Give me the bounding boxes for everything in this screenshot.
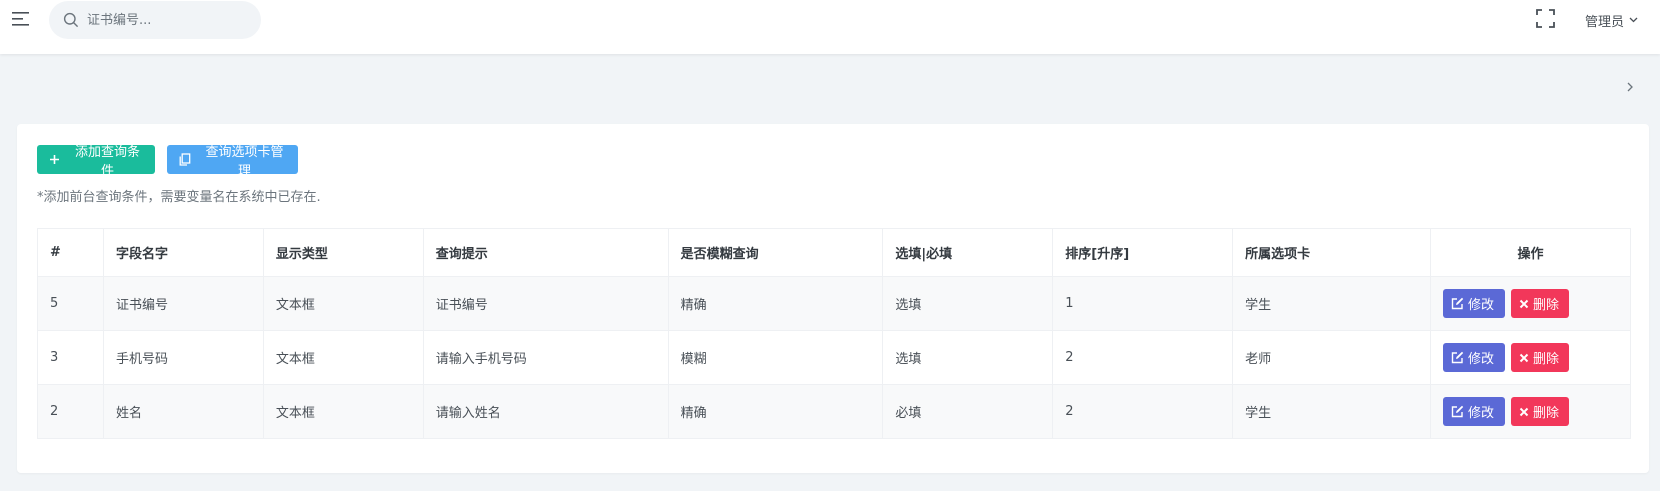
column-header: 选填|必填	[882, 228, 1054, 277]
table-cell: 2	[1052, 384, 1234, 439]
add-query-condition-button[interactable]: 添加查询条件	[37, 145, 155, 179]
fullscreen-icon[interactable]	[1536, 9, 1555, 28]
add-query-condition-label: 添加查询条件	[74, 144, 140, 179]
table-cell: 学生	[1232, 384, 1432, 439]
edit-icon	[1451, 351, 1464, 364]
user-menu[interactable]: 管理员	[1585, 10, 1638, 30]
table-cell: 文本框	[262, 276, 424, 331]
column-header: 排序[升序]	[1052, 228, 1234, 277]
table-cell: 姓名	[102, 384, 264, 439]
table-cell: 精确	[667, 276, 884, 331]
table-cell: 2	[1052, 330, 1234, 385]
chevron-down-icon	[1629, 13, 1638, 28]
close-icon	[1519, 299, 1529, 309]
table-cell: 5	[37, 276, 104, 331]
search-input[interactable]	[87, 1, 255, 39]
table-row: 5 证书编号 文本框 证书编号 精确 选填 1 学生 修改 删除	[37, 276, 1631, 331]
table-header-row: # 字段名字 显示类型 查询提示 是否模糊查询 选填|必填 排序[升序] 所属选…	[37, 228, 1631, 277]
actions-cell: 修改 删除	[1430, 384, 1631, 439]
delete-button[interactable]: 删除	[1511, 289, 1570, 318]
delete-label: 删除	[1533, 352, 1560, 367]
table-cell: 1	[1052, 276, 1234, 331]
table-cell: 证书编号	[422, 276, 669, 331]
actions-cell: 修改 删除	[1430, 330, 1631, 385]
menu-icon[interactable]	[11, 9, 31, 29]
edit-button[interactable]: 修改	[1443, 289, 1506, 318]
edit-button[interactable]: 修改	[1443, 343, 1506, 372]
table-cell: 精确	[667, 384, 884, 439]
table-row: 2 姓名 文本框 请输入姓名 精确 必填 2 学生 修改 删除	[37, 384, 1631, 439]
edit-icon	[1451, 297, 1464, 310]
table-cell: 请输入手机号码	[422, 330, 669, 385]
hint-text: *添加前台查询条件，需要变量名在系统中已存在.	[37, 190, 321, 205]
column-header: #	[37, 228, 104, 277]
edit-label: 修改	[1468, 298, 1495, 313]
column-header: 查询提示	[422, 228, 669, 277]
query-conditions-table: # 字段名字 显示类型 查询提示 是否模糊查询 选填|必填 排序[升序] 所属选…	[37, 228, 1631, 439]
column-header: 字段名字	[102, 228, 264, 277]
content-card: 添加查询条件 查询选项卡管理 *添加前台查询条件，需要变量名在系统中已存在. #…	[17, 124, 1649, 473]
copy-icon	[179, 153, 191, 166]
table-cell: 模糊	[667, 330, 884, 385]
edit-button[interactable]: 修改	[1443, 397, 1506, 426]
table-cell: 老师	[1232, 330, 1432, 385]
delete-label: 删除	[1533, 406, 1560, 421]
user-name: 管理员	[1585, 14, 1625, 30]
edit-label: 修改	[1468, 352, 1495, 367]
column-header: 操作	[1430, 228, 1631, 277]
close-icon	[1519, 353, 1529, 363]
edit-icon	[1451, 405, 1464, 418]
search-box	[49, 1, 261, 39]
plus-icon	[49, 154, 60, 165]
chevron-right-icon[interactable]	[1626, 80, 1634, 96]
table-cell: 手机号码	[102, 330, 264, 385]
table-cell: 请输入姓名	[422, 384, 669, 439]
table-row: 3 手机号码 文本框 请输入手机号码 模糊 选填 2 老师 修改 删除	[37, 330, 1631, 385]
actions-cell: 修改 删除	[1430, 276, 1631, 331]
table-cell: 证书编号	[102, 276, 264, 331]
edit-label: 修改	[1468, 406, 1495, 421]
table-cell: 选填	[882, 330, 1054, 385]
tab-management-label: 查询选项卡管理	[205, 144, 284, 179]
table-cell: 学生	[1232, 276, 1432, 331]
close-icon	[1519, 407, 1529, 417]
search-icon	[63, 12, 79, 28]
table-cell: 选填	[882, 276, 1054, 331]
table-cell: 2	[37, 384, 104, 439]
column-header: 显示类型	[262, 228, 424, 277]
column-header: 是否模糊查询	[667, 228, 884, 277]
column-header: 所属选项卡	[1232, 228, 1432, 277]
delete-button[interactable]: 删除	[1511, 343, 1570, 372]
table-cell: 文本框	[262, 384, 424, 439]
table-cell: 3	[37, 330, 104, 385]
delete-button[interactable]: 删除	[1511, 397, 1570, 426]
top-navbar: 管理员	[0, 0, 1660, 54]
table-cell: 文本框	[262, 330, 424, 385]
tab-management-button[interactable]: 查询选项卡管理	[167, 145, 298, 179]
table-cell: 必填	[882, 384, 1054, 439]
delete-label: 删除	[1533, 298, 1560, 313]
